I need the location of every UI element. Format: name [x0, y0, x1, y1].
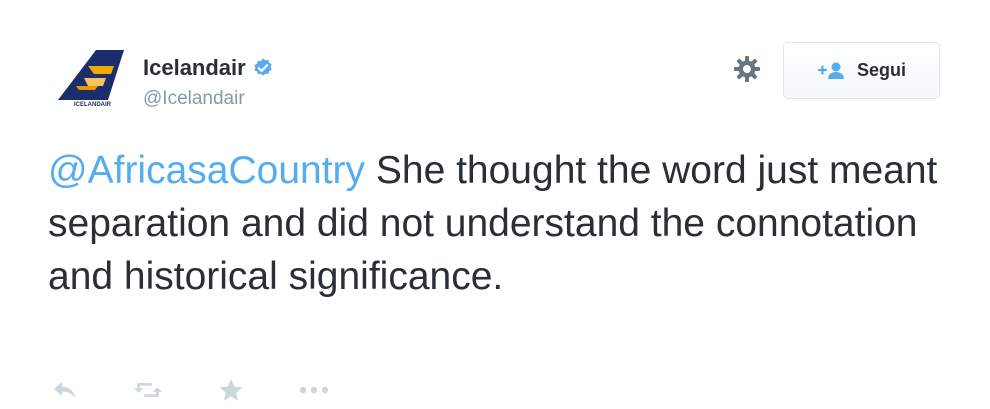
- tweet-actions: [50, 372, 382, 408]
- mention-link[interactable]: @AfricasaCountry: [48, 149, 365, 192]
- favorite-star-icon: [219, 379, 243, 401]
- gear-icon[interactable]: [732, 54, 762, 84]
- author-handle[interactable]: @Icelandair: [143, 88, 245, 110]
- follow-label: Segui: [856, 60, 906, 80]
- favorite-button[interactable]: [216, 377, 246, 403]
- tweet-card: ICELANDAIR Icelandair @Icelandair Segui …: [0, 0, 990, 409]
- follow-button[interactable]: Segui: [783, 42, 940, 99]
- reply-icon: [54, 382, 75, 398]
- retweet-button[interactable]: [133, 377, 163, 403]
- tweet-text: @AfricasaCountry She thought the word ju…: [48, 144, 938, 303]
- add-user-icon: [817, 62, 844, 79]
- reply-button[interactable]: [50, 377, 80, 403]
- verified-badge-icon: [254, 58, 272, 76]
- more-options-icon: [299, 386, 329, 394]
- author-name: Icelandair: [143, 55, 246, 80]
- logo-wordmark: ICELANDAIR: [74, 102, 112, 108]
- icelandair-logo-avatar[interactable]: ICELANDAIR: [52, 50, 124, 108]
- more-options-button[interactable]: [299, 377, 329, 403]
- retweet-icon: [133, 382, 163, 398]
- author-name-link[interactable]: Icelandair: [143, 55, 274, 81]
